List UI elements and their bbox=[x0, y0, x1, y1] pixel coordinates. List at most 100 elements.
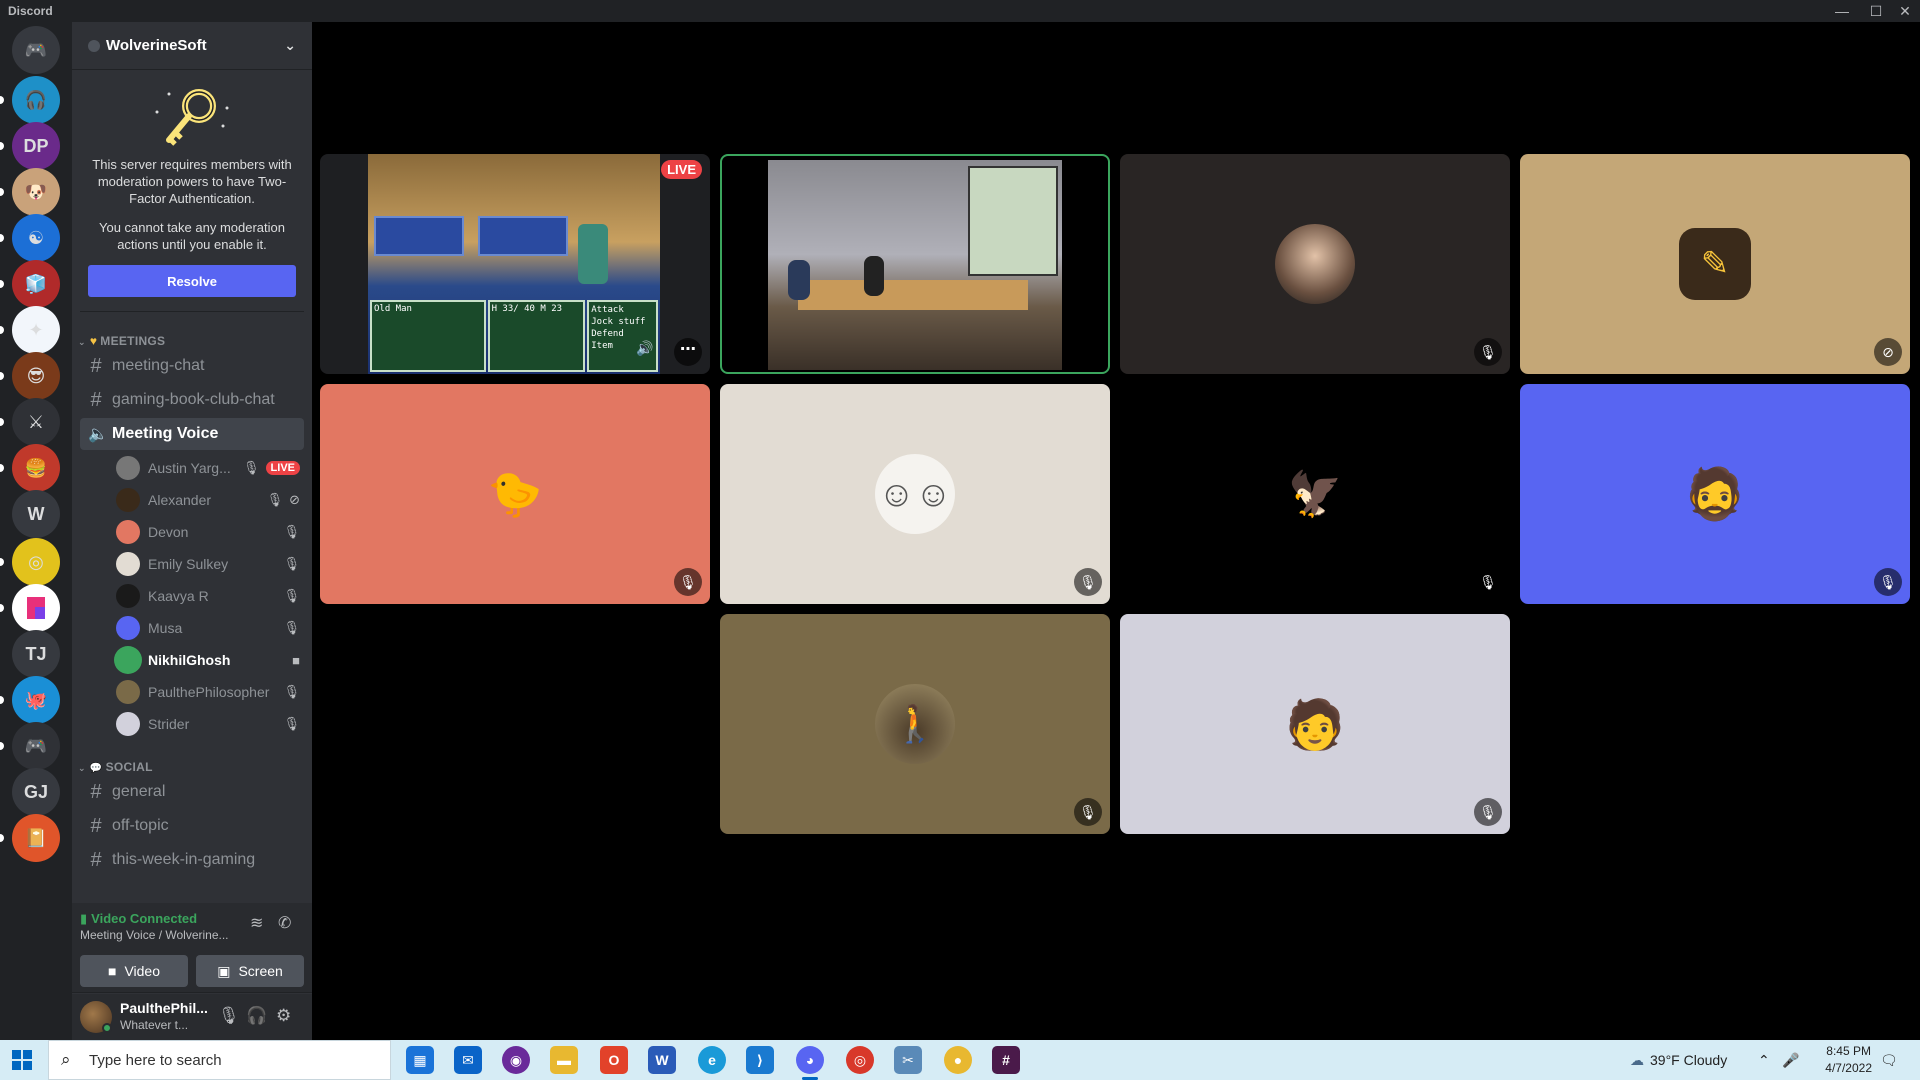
clock[interactable]: 8:45 PM 4/7/2022 bbox=[1825, 1043, 1872, 1077]
voice-user-name: Devon bbox=[148, 524, 189, 540]
hash-icon: # bbox=[90, 848, 102, 871]
server-icon[interactable]: 🐶 bbox=[12, 168, 60, 216]
chrome-icon[interactable]: ● bbox=[944, 1046, 972, 1074]
mute-mic-icon[interactable]: 🎙 bbox=[218, 1006, 240, 1026]
server-icon[interactable]: 😎 bbox=[12, 352, 60, 400]
voice-user[interactable]: Devon 🎙 bbox=[116, 516, 312, 548]
server-icon[interactable]: 🎮 bbox=[12, 722, 60, 770]
hash-icon: # bbox=[90, 388, 102, 411]
slack-icon[interactable]: # bbox=[992, 1046, 1020, 1074]
discord-taskbar-icon[interactable]: ◕ bbox=[796, 1046, 824, 1080]
mic-muted-icon: 🎙 bbox=[1074, 568, 1102, 596]
chevron-down-icon[interactable]: ⌄ bbox=[284, 37, 296, 54]
server-icon[interactable]: 🎧 bbox=[12, 76, 60, 124]
server-icon[interactable]: GJ bbox=[12, 768, 60, 816]
server-icon[interactable]: 🎮 bbox=[12, 26, 60, 74]
maximize-button[interactable]: ☐ bbox=[1861, 0, 1891, 22]
channel-off-topic[interactable]: # off-topic bbox=[80, 810, 304, 842]
file-explorer-icon[interactable]: ▬ bbox=[550, 1046, 578, 1074]
snip-icon[interactable]: ✂ bbox=[894, 1046, 922, 1074]
channel-this-week-in-gaming[interactable]: # this-week-in-gaming bbox=[80, 844, 304, 876]
gear-icon[interactable]: ⚙ bbox=[276, 1006, 291, 1026]
channel-general[interactable]: # general bbox=[80, 776, 304, 808]
edge-icon[interactable]: e bbox=[698, 1046, 726, 1074]
category-social[interactable]: ⌄ 💬 SOCIAL bbox=[72, 752, 312, 774]
video-tile-strider[interactable]: 🧑 🎙 bbox=[1120, 614, 1510, 834]
server-header[interactable]: WolverineSoft ⌄ bbox=[72, 22, 312, 70]
server-icon[interactable] bbox=[12, 584, 60, 632]
close-button[interactable]: ✕ bbox=[1890, 0, 1920, 22]
weather-text: 39°F Cloudy bbox=[1650, 1052, 1728, 1068]
mic-muted-icon: 🎙 bbox=[283, 556, 300, 571]
disconnect-icon[interactable]: ✆ bbox=[278, 913, 291, 933]
mail-icon[interactable]: ✉ bbox=[454, 1046, 482, 1074]
weather-widget[interactable]: ☁ 39°F Cloudy bbox=[1630, 1040, 1727, 1080]
server-icon[interactable]: 📔 bbox=[12, 814, 60, 862]
connection-location[interactable]: Meeting Voice / Wolverine... bbox=[80, 928, 229, 942]
voice-user[interactable]: Emily Sulkey 🎙 bbox=[116, 548, 312, 580]
voice-user[interactable]: Kaavya R 🎙 bbox=[116, 580, 312, 612]
channel-label: this-week-in-gaming bbox=[112, 851, 256, 868]
headphones-icon[interactable]: 🎧 bbox=[246, 1006, 267, 1026]
more-options-icon[interactable]: ⋯ bbox=[674, 338, 702, 366]
video-button[interactable]: ■ Video bbox=[80, 955, 188, 987]
server-icon[interactable]: 🧊 bbox=[12, 260, 60, 308]
resolve-button[interactable]: Resolve bbox=[88, 265, 296, 297]
server-icon[interactable]: ◎ bbox=[12, 538, 60, 586]
speaker-icon: 🔈 bbox=[88, 426, 108, 443]
username[interactable]: PaulthePhil... bbox=[120, 1000, 208, 1016]
voice-state-icons: 🎙 bbox=[283, 588, 300, 604]
noise-suppression-icon[interactable]: ≋ bbox=[250, 913, 263, 933]
app-icon[interactable]: ◎ bbox=[846, 1046, 874, 1074]
voice-user[interactable]: Musa 🎙 bbox=[116, 612, 312, 644]
microphone-icon[interactable]: 🎤 bbox=[1782, 1040, 1799, 1080]
server-icon[interactable]: W bbox=[12, 490, 60, 538]
video-tile-austin-avatar[interactable]: 🎙 bbox=[1120, 154, 1510, 374]
server-icon[interactable]: ✦ bbox=[12, 306, 60, 354]
channel-meeting-voice[interactable]: 🔈 Meeting Voice bbox=[80, 418, 304, 450]
obs-icon[interactable]: ◉ bbox=[502, 1046, 530, 1074]
voice-user[interactable]: Alexander 🎙 ⊘ bbox=[116, 484, 312, 516]
channel-gaming-book-club-chat[interactable]: # gaming-book-club-chat bbox=[80, 384, 304, 416]
channel-label: gaming-book-club-chat bbox=[112, 391, 275, 408]
avatar: 🧔 bbox=[1683, 465, 1747, 522]
voice-user[interactable]: Austin Yarg... 🎙 LIVE bbox=[116, 452, 312, 484]
video-tile-alexander[interactable]: ✎ ⊘ bbox=[1520, 154, 1910, 374]
video-tile-emily[interactable]: ☺☺ 🎙 bbox=[720, 384, 1110, 604]
server-icon[interactable]: 🐙 bbox=[12, 676, 60, 724]
voice-user[interactable]: Strider 🎙 bbox=[116, 708, 312, 740]
video-tile-devon[interactable]: 🐤 🎙 bbox=[320, 384, 710, 604]
avatar bbox=[116, 488, 140, 512]
chevron-up-icon[interactable]: ⌃ bbox=[1758, 1040, 1770, 1080]
unread-indicator bbox=[0, 326, 4, 334]
vscode-icon[interactable]: ⟩ bbox=[746, 1046, 774, 1074]
voice-user-name: Kaavya R bbox=[148, 588, 209, 604]
office-icon[interactable]: O bbox=[600, 1046, 628, 1074]
video-tile-kaavya[interactable]: 🦅 🎙 bbox=[1120, 384, 1510, 604]
server-icon[interactable]: ⚔ bbox=[12, 398, 60, 446]
channel-meeting-chat[interactable]: # meeting-chat bbox=[80, 350, 304, 382]
volume-icon[interactable]: 🔊 bbox=[636, 340, 653, 357]
connection-status[interactable]: ▮ Video Connected bbox=[80, 911, 197, 927]
taskbar-search-input[interactable]: ⌕ Type here to search bbox=[48, 1040, 391, 1080]
screen-share-button[interactable]: ▣ Screen bbox=[196, 955, 304, 987]
category-meetings[interactable]: ⌄ ♥ MEETINGS bbox=[72, 326, 312, 348]
voice-state-icons: 🎙 bbox=[283, 524, 300, 540]
server-icon[interactable]: 🍔 bbox=[12, 444, 60, 492]
video-tile-paulthephilosopher[interactable]: 🚶 🎙 bbox=[720, 614, 1110, 834]
server-icon[interactable]: DP bbox=[12, 122, 60, 170]
video-tile-nikhil[interactable] bbox=[720, 154, 1110, 374]
server-icon[interactable]: TJ bbox=[12, 630, 60, 678]
unread-indicator bbox=[0, 372, 4, 380]
windows-start-icon[interactable] bbox=[12, 1050, 32, 1070]
video-tile-musa[interactable]: 🧔 🎙 bbox=[1520, 384, 1910, 604]
store-icon[interactable]: ▦ bbox=[406, 1046, 434, 1074]
voice-user[interactable]: NikhilGhosh ■ bbox=[116, 644, 312, 676]
server-icon[interactable]: ☯ bbox=[12, 214, 60, 262]
user-panel: PaulthePhil... Whatever t... 🎙 🎧 ⚙ bbox=[72, 994, 312, 1040]
minimize-button[interactable]: — bbox=[1827, 0, 1857, 22]
notifications-icon[interactable]: 🗨 bbox=[1880, 1040, 1898, 1080]
voice-user[interactable]: PaulthePhilosopher 🎙 bbox=[116, 676, 312, 708]
word-icon[interactable]: W bbox=[648, 1046, 676, 1074]
stream-tile-austin[interactable]: Old Man H 33/ 40 M 23 Attack Jock stuff De… bbox=[320, 154, 710, 374]
